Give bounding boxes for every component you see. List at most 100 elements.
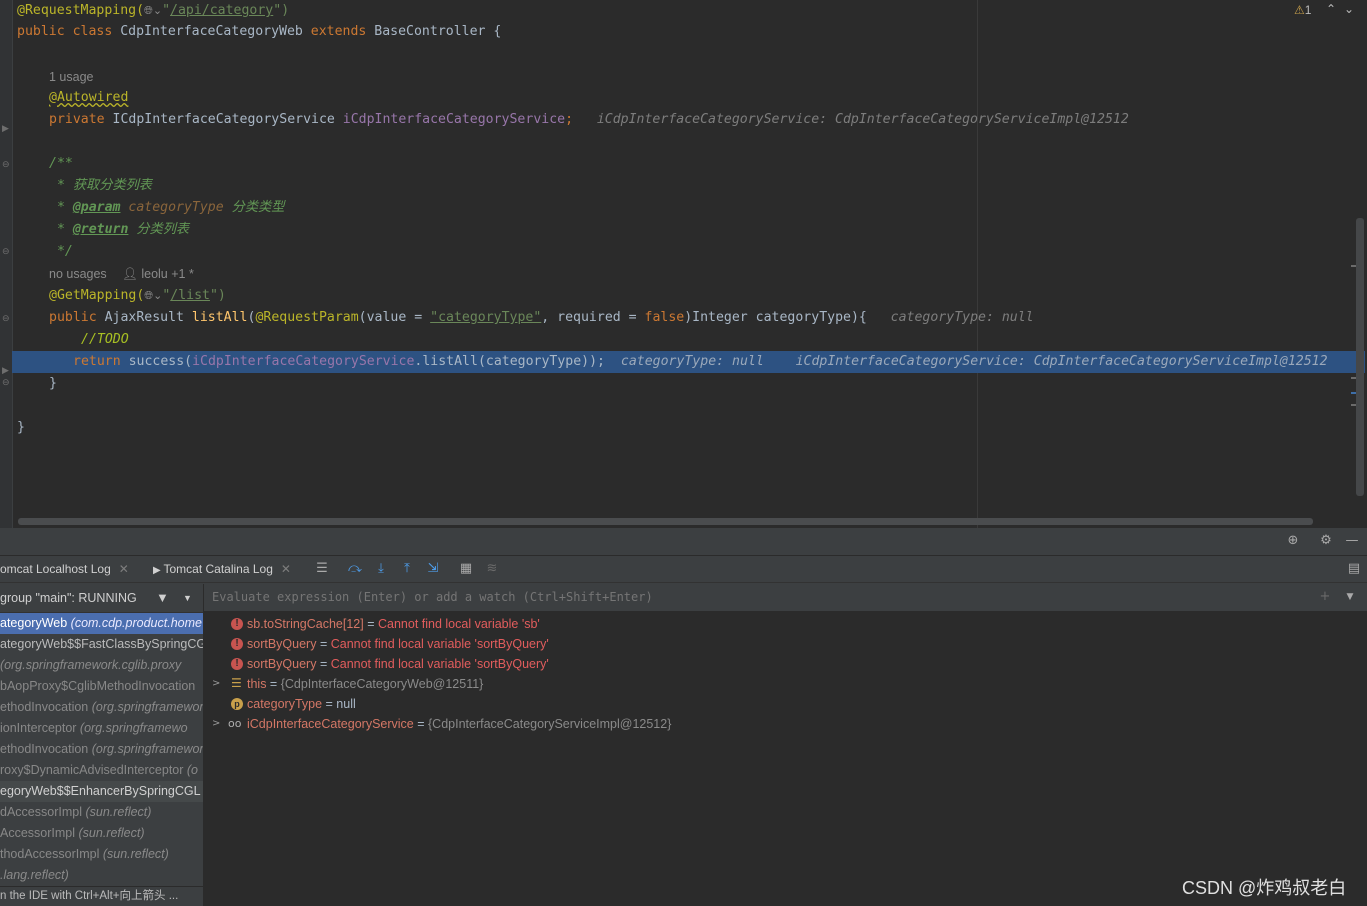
right-margin-guide xyxy=(977,0,978,528)
close-icon[interactable]: ✕ xyxy=(281,562,291,576)
stack-frame[interactable]: .lang.reflect) xyxy=(0,865,203,886)
fold-icon[interactable]: ⊖ xyxy=(2,378,10,388)
breakpoint-marker-icon[interactable]: ▶ xyxy=(2,124,9,134)
expand-arrow-icon[interactable]: > xyxy=(212,714,220,734)
previous-highlight-icon[interactable]: ⌃ xyxy=(1326,2,1336,16)
warning-icon: ⚠ xyxy=(1294,3,1305,17)
tab-catalina-log[interactable]: ▶ Tomcat Catalina Log ✕ xyxy=(153,556,291,582)
debug-tab-bar: omcat Localhost Log ✕ ▶ Tomcat Catalina L… xyxy=(0,556,1367,583)
code-line-doc-param: * @param categoryType 分类类型 xyxy=(49,200,285,215)
stack-frame[interactable]: ethodInvocation (org.springframework xyxy=(0,739,203,760)
editor-vertical-scrollbar[interactable] xyxy=(1356,218,1364,496)
frames-hint: n the IDE with Ctrl+Alt+向上箭头 ... xyxy=(0,886,203,906)
object-icon: ☰ xyxy=(231,676,242,690)
chevron-down-icon[interactable]: ▼ xyxy=(183,584,192,612)
chevron-down-icon[interactable]: ▼ xyxy=(1341,588,1359,606)
step-out-icon[interactable]: ⤒ xyxy=(398,560,416,578)
code-line-doc-desc: * 获取分类列表 xyxy=(49,178,152,193)
stack-frame[interactable]: (org.springframework.cglib.proxy xyxy=(0,655,203,676)
variable-name: categoryType xyxy=(247,697,323,711)
inline-debug-value: iCdpInterfaceCategoryService: CdpInterfa… xyxy=(596,112,1129,127)
gear-icon[interactable]: ⚙ xyxy=(1317,532,1335,550)
expand-arrow-icon[interactable]: > xyxy=(212,674,220,694)
stack-frame[interactable]: ethodInvocation (org.springframework xyxy=(0,697,203,718)
stack-frame[interactable]: ategoryWeb$$FastClassBySpringCG xyxy=(0,634,203,655)
step-into-icon[interactable]: ⤓ xyxy=(372,560,390,578)
trace-stream-icon[interactable]: ≋ xyxy=(483,560,501,578)
run-to-cursor-icon[interactable]: ⇲ xyxy=(424,560,442,578)
code-line-method-close: } xyxy=(49,376,57,391)
variable-equals: = xyxy=(316,657,331,671)
stack-frame[interactable]: bAopProxy$CglibMethodInvocation xyxy=(0,676,203,697)
frames-panel: group "main": RUNNING ▼ ▼ ategoryWeb (co… xyxy=(0,584,204,905)
minimize-icon[interactable]: — xyxy=(1343,532,1361,550)
code-line-doc-open: /** xyxy=(49,156,73,171)
variable-value: {CdpInterfaceCategoryWeb@12511} xyxy=(280,677,484,691)
fold-icon[interactable]: ⊖ xyxy=(2,160,10,170)
variable-name: sb.toStringCache[12] xyxy=(247,617,364,631)
stack-frame[interactable]: egoryWeb$$EnhancerBySpringCGL xyxy=(0,781,203,802)
parameter-icon: p xyxy=(231,698,243,710)
variable-row[interactable]: ! sortByQuery = Cannot find local variabl… xyxy=(204,654,1364,674)
variable-row[interactable]: > oo iCdpInterfaceCategoryService = {CdpIn… xyxy=(204,714,1364,734)
console-icon: ▶ xyxy=(153,565,164,576)
add-watch-icon[interactable]: + xyxy=(1316,588,1334,606)
variable-row[interactable]: > ☰ this = {CdpInterfaceCategoryWeb@12511} xyxy=(204,674,1364,694)
watermark: CSDN @炸鸡叔老白 xyxy=(1182,878,1347,898)
error-icon: ! xyxy=(231,618,243,630)
stack-frame[interactable]: roxy$DynamicAdvisedInterceptor (o xyxy=(0,760,203,781)
variable-row[interactable]: ! sortByQuery = Cannot find local variabl… xyxy=(204,634,1364,654)
variable-equals: = xyxy=(316,637,331,651)
code-line-return: return success(iCdpInterfaceCategoryServ… xyxy=(73,354,1328,369)
close-icon[interactable]: ✕ xyxy=(119,562,129,576)
variable-value: Cannot find local variable 'sb' xyxy=(378,617,540,631)
variable-equals: = xyxy=(266,677,281,691)
thread-selector[interactable]: group "main": RUNNING ▼ ▼ xyxy=(0,584,203,613)
variable-row[interactable]: ! sb.toStringCache[12] = Cannot find loca… xyxy=(204,614,1364,634)
variable-row[interactable]: p categoryType = null xyxy=(204,694,1364,714)
stack-frame[interactable]: dAccessorImpl (sun.reflect) xyxy=(0,802,203,823)
watch-glasses-icon: oo xyxy=(228,717,242,730)
stack-frame[interactable]: thodAccessorImpl (sun.reflect) xyxy=(0,844,203,865)
code-line-get-mapping: @GetMapping(🌐︎⌄"/list") xyxy=(49,288,226,303)
code-line-request-mapping: @RequestMapping(🌐︎⌄"/api/category") xyxy=(17,3,290,18)
no-usages-hint[interactable]: no usages xyxy=(49,263,107,285)
tab-localhost-log[interactable]: omcat Localhost Log ✕ xyxy=(0,556,129,582)
target-icon[interactable]: ⊕ xyxy=(1284,532,1302,550)
code-line-field: private ICdpInterfaceCategoryService iCd… xyxy=(49,112,1129,127)
inline-debug-value: categoryType: null xyxy=(620,354,764,369)
variable-equals: = xyxy=(413,717,428,731)
layout-settings-icon[interactable]: ▤ xyxy=(1345,560,1363,578)
step-over-icon[interactable]: ⤼ xyxy=(346,560,364,578)
show-execution-point-icon[interactable]: ☰ xyxy=(313,560,331,578)
code-editor[interactable]: ▶ ⊖ ⊖ ⊖ ▶ ⊖ @RequestMapping(🌐︎⌄"/api/cat… xyxy=(0,0,1367,528)
editor-gutter[interactable] xyxy=(0,0,13,528)
warnings-indicator[interactable]: ⚠1 xyxy=(1294,2,1311,18)
error-icon: ! xyxy=(231,638,243,650)
variable-value: null xyxy=(336,697,356,711)
stack-frame[interactable]: ategoryWeb (com.cdp.product.home xyxy=(0,613,203,634)
variable-equals: = xyxy=(363,617,378,631)
code-line-class-close: } xyxy=(17,420,25,435)
stack-frame[interactable]: AccessorImpl (sun.reflect) xyxy=(0,823,203,844)
debug-header: ⊕ ⚙ — xyxy=(0,528,1367,556)
next-highlight-icon[interactable]: ⌄ xyxy=(1344,2,1354,16)
usage-hint[interactable]: 1 usage xyxy=(49,66,93,88)
code-line-class-decl: public class CdpInterfaceCategoryWeb ext… xyxy=(17,24,502,39)
fold-icon[interactable]: ⊖ xyxy=(2,247,10,257)
evaluate-expression-icon[interactable]: ▦ xyxy=(457,560,475,578)
code-line-doc-close: */ xyxy=(49,244,73,259)
globe-icon[interactable]: 🌐︎⌄ xyxy=(144,4,162,17)
variables-panel: + ▼ ! sb.toStringCache[12] = Cannot find … xyxy=(204,584,1367,905)
stack-frame[interactable]: ionInterceptor (org.springframewo xyxy=(0,718,203,739)
globe-icon[interactable]: 🌐︎⌄ xyxy=(144,289,162,302)
editor-horizontal-scrollbar[interactable] xyxy=(18,518,1313,525)
fold-icon[interactable]: ⊖ xyxy=(2,314,10,324)
author-hint[interactable]: 👤︎ leolu +1 * xyxy=(122,263,194,285)
variable-name: this xyxy=(247,677,267,691)
evaluate-expression-input[interactable] xyxy=(208,587,1316,608)
user-icon: 👤︎ xyxy=(122,267,142,281)
variable-name: iCdpInterfaceCategoryService xyxy=(247,717,414,731)
filter-icon[interactable]: ▼ xyxy=(156,584,169,612)
inline-debug-value: iCdpInterfaceCategoryService: CdpInterfa… xyxy=(795,354,1328,369)
